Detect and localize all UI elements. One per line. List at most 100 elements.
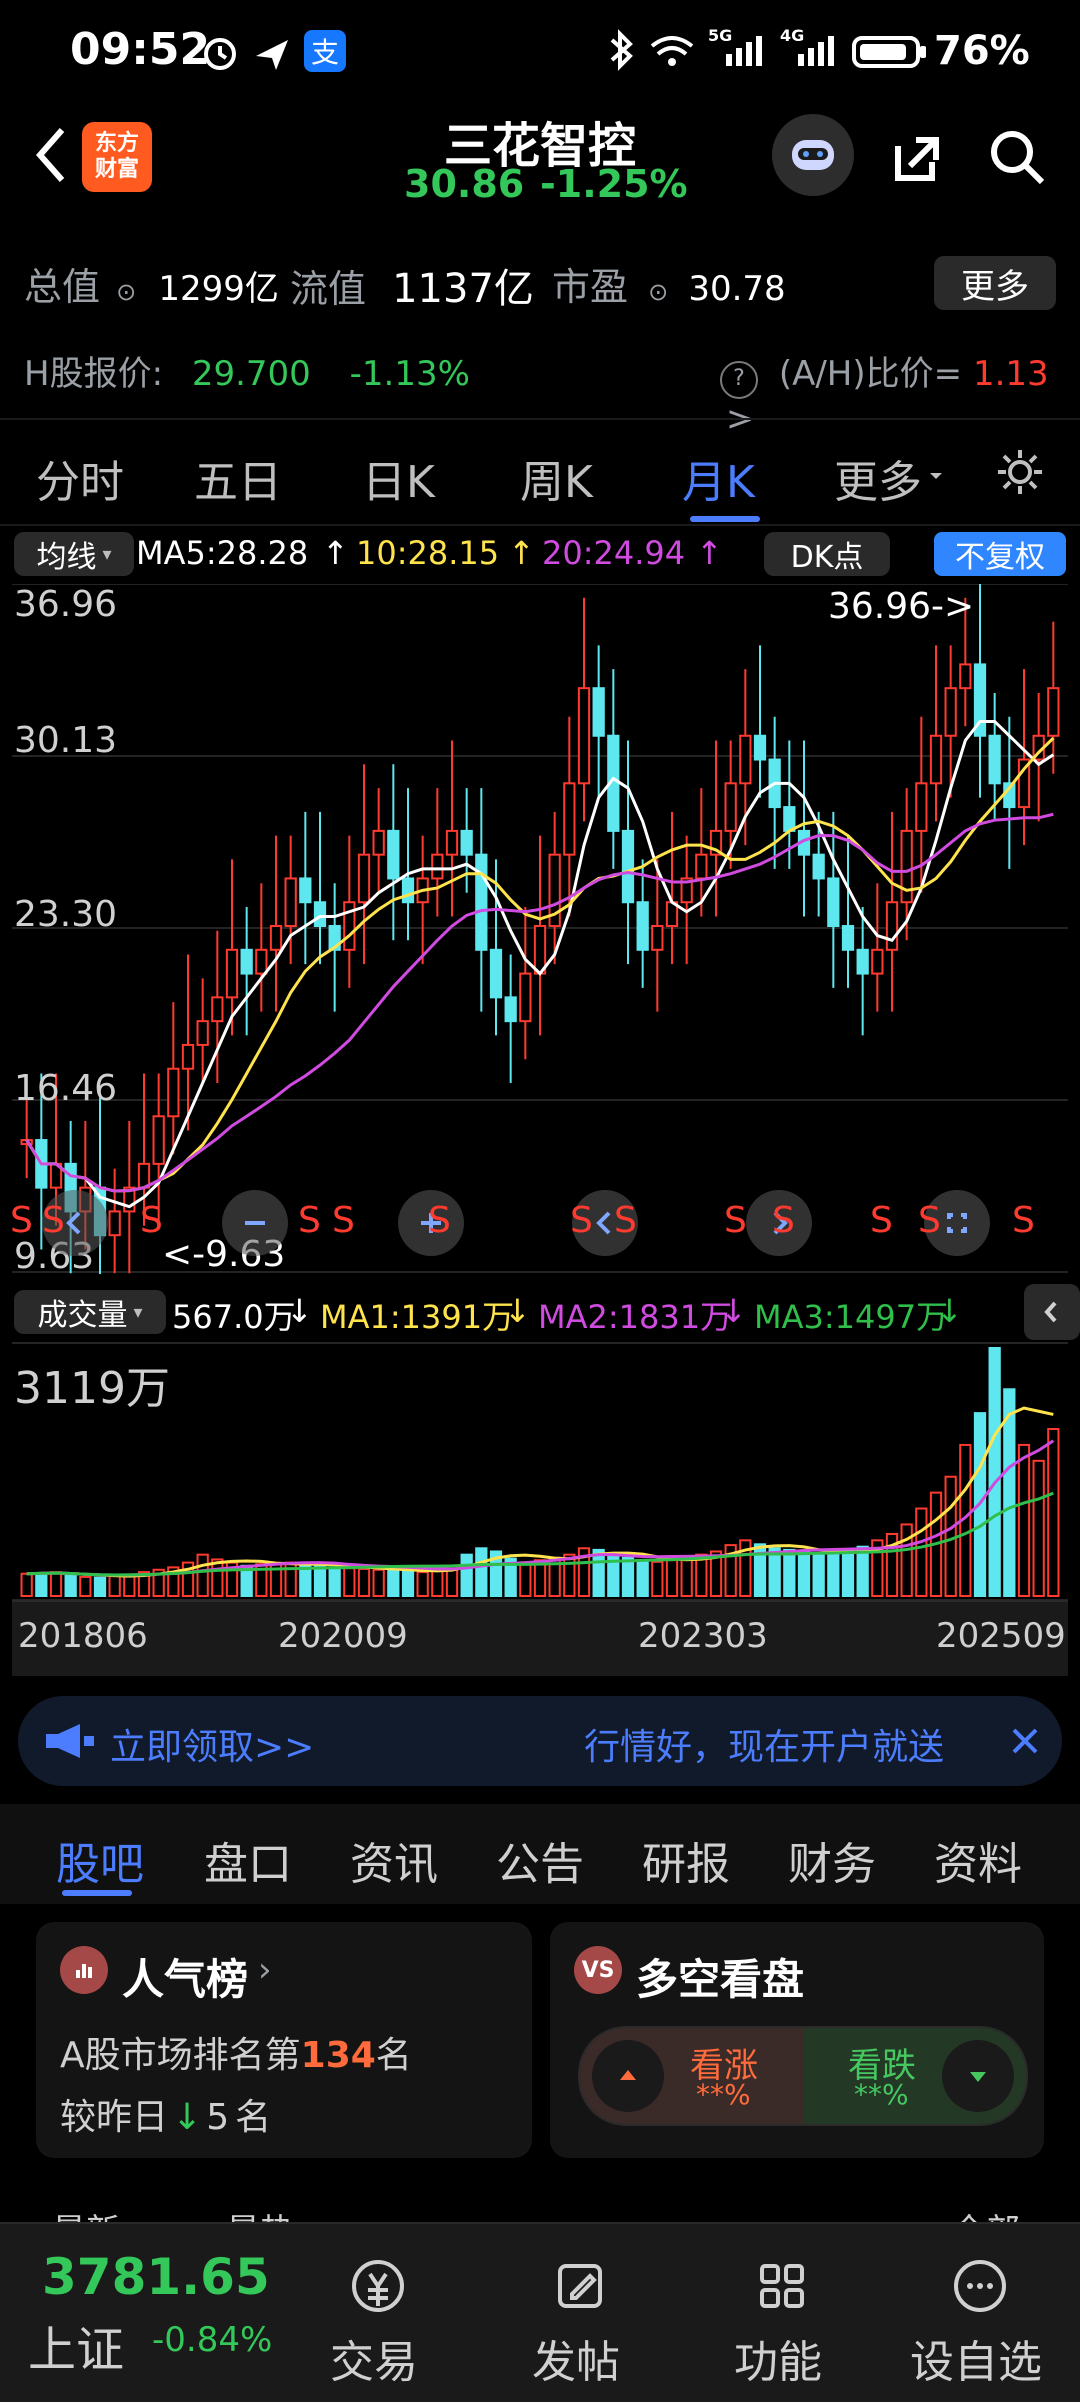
candle-body [357, 853, 371, 904]
trade-nav[interactable]: 交易 [318, 2252, 438, 2388]
candle-body [284, 877, 297, 928]
tab-profile[interactable]: 资料 [934, 1828, 1022, 1892]
ma10-up-icon: ↑ [508, 534, 535, 572]
price-chart-svg [12, 574, 1068, 1298]
tab-day-k[interactable]: 日K [362, 446, 435, 510]
ma-dropdown-button[interactable]: 均线 ▾ [14, 532, 134, 576]
tab-guba[interactable]: 股吧 [56, 1828, 144, 1892]
dk-label: DK点 [790, 540, 864, 575]
candle-body [240, 948, 253, 975]
volume-bar [1047, 1428, 1060, 1597]
battery-icon [852, 34, 928, 70]
tab-news[interactable]: 资讯 [350, 1828, 438, 1892]
info-dot-icon: ⊙ [116, 278, 137, 306]
battery-percent: 76% [934, 28, 1030, 74]
more-stats-button[interactable]: 更多 [934, 256, 1056, 310]
signal-s: S [42, 1200, 65, 1241]
status-time: 09:52 [70, 24, 211, 75]
volume-bar [64, 1574, 77, 1597]
sentiment-pill: 看涨 **% 看跌 **% [578, 2026, 1028, 2126]
collapse-left-button[interactable] [1024, 1284, 1080, 1340]
adjustment-label: 不复权 [955, 540, 1045, 575]
volume-down-icon: ↓ [286, 1292, 313, 1330]
dk-button[interactable]: DK点 [764, 532, 890, 576]
candle-body [753, 734, 767, 761]
signal-s: S [772, 1200, 795, 1241]
promo-bar[interactable]: 立即领取>> 行情好，现在开户就送 [18, 1696, 1062, 1786]
candle-body [959, 663, 972, 690]
tab-research[interactable]: 研报 [642, 1828, 730, 1892]
signal-s: S [298, 1200, 321, 1241]
volume-bar [1032, 1459, 1045, 1597]
volume-bar [783, 1548, 796, 1598]
search-icon[interactable] [982, 122, 1052, 192]
y-tick-2: 30.13 [14, 720, 118, 761]
grid-icon [748, 2252, 816, 2320]
promo-left-text: 立即领取>> [110, 1727, 315, 1768]
tab-month-k[interactable]: 月K [682, 446, 755, 510]
adjustment-button[interactable]: 不复权 [934, 532, 1066, 576]
info-dot-icon: ⊙ [648, 278, 669, 306]
h-share-row: H股报价: 29.700 -1.13% [24, 346, 470, 395]
volume-bar [328, 1566, 341, 1598]
candle-body [915, 782, 928, 832]
back-button[interactable] [22, 120, 82, 190]
volume-bar [372, 1568, 385, 1597]
volume-bar [915, 1507, 928, 1597]
popularity-card[interactable]: 人气榜 › A股市场排名第134名 较昨日 ↓ 5 名 [36, 1922, 532, 2158]
ma-row: 均线 ▾ MA5:28.28 ↑ 10:28.15 ↑ 20:24.94 ↑ D… [0, 526, 1080, 582]
volume-bar [563, 1553, 576, 1597]
share-icon[interactable] [880, 122, 950, 192]
stats-row-pe: 市盈 ⊙ 30.78 [552, 256, 786, 311]
ah-ratio-label: (A/H)比价= [778, 354, 963, 394]
candle-body [152, 1115, 165, 1165]
ma20-value: 20:24.94 [542, 534, 686, 572]
tab-more-caret-icon [928, 468, 944, 484]
function-nav[interactable]: 功能 [722, 2252, 842, 2388]
volume-bar [475, 1547, 488, 1598]
tab-pankou[interactable]: 盘口 [204, 1828, 292, 1892]
volume-dropdown-button[interactable]: 成交量 ▾ [14, 1290, 166, 1334]
signal-5g: 5G [708, 26, 774, 72]
volume-bar [108, 1575, 121, 1598]
index-value: 3781.65 [42, 2248, 270, 2306]
x-tick-2: 202009 [278, 1616, 408, 1656]
tab-five-day[interactable]: 五日 [194, 446, 282, 510]
volume-bar [519, 1561, 532, 1597]
price-chart[interactable]: 36.96 30.13 23.30 16.46 9.63 36.96-> <-9… [10, 574, 1068, 1298]
assistant-robot-icon[interactable] [772, 114, 854, 196]
promo-right-text: 行情好，现在开户就送 [584, 1727, 945, 1768]
candle-body [225, 948, 239, 999]
promo-close-icon[interactable] [1000, 1716, 1050, 1766]
high-annotation: 36.96-> [828, 586, 975, 627]
volume-bar [621, 1556, 635, 1598]
settings-gear-icon[interactable] [992, 444, 1048, 500]
ma-dropdown-label: 均线 [36, 540, 97, 575]
delta-number: 5 [206, 2097, 230, 2138]
chevron-down-icon: ▾ [102, 543, 112, 565]
candle-body [1047, 687, 1060, 737]
volume-chart[interactable]: 3119万 [12, 1342, 1068, 1602]
candle-body [445, 829, 459, 856]
volume-bar [900, 1523, 913, 1597]
volume-bar [827, 1553, 840, 1597]
versus-icon: VS [574, 1946, 622, 1994]
watchlist-nav[interactable]: 设自选 [900, 2252, 1060, 2388]
ma5-up-icon: ↑ [322, 534, 349, 572]
content-tabs: 股吧 盘口 资讯 公告 研报 财务 资料 [0, 1804, 1080, 1904]
tab-announcements[interactable]: 公告 [496, 1828, 584, 1892]
volume-bar [651, 1560, 664, 1597]
post-nav[interactable]: 发帖 [520, 2252, 640, 2388]
tab-week-k[interactable]: 周K [520, 446, 593, 510]
tab-intraday[interactable]: 分时 [36, 446, 124, 510]
volume-bar [680, 1557, 693, 1597]
index-block[interactable]: 3781.65 上证 -0.84% [28, 2248, 298, 2378]
h-share-change: -1.13% [349, 354, 470, 394]
tab-more[interactable]: 更多 [834, 446, 922, 510]
candle-body [431, 853, 444, 880]
ma5-value: MA5:28.28 [136, 534, 309, 572]
app-header: 东方 财富 三花智控 30.86 -1.25% [0, 100, 1080, 215]
tab-financials[interactable]: 财务 [788, 1828, 876, 1892]
volume-bar [856, 1545, 869, 1597]
sentiment-card[interactable]: VS 多空看盘 看涨 **% 看跌 **% [550, 1922, 1044, 2158]
